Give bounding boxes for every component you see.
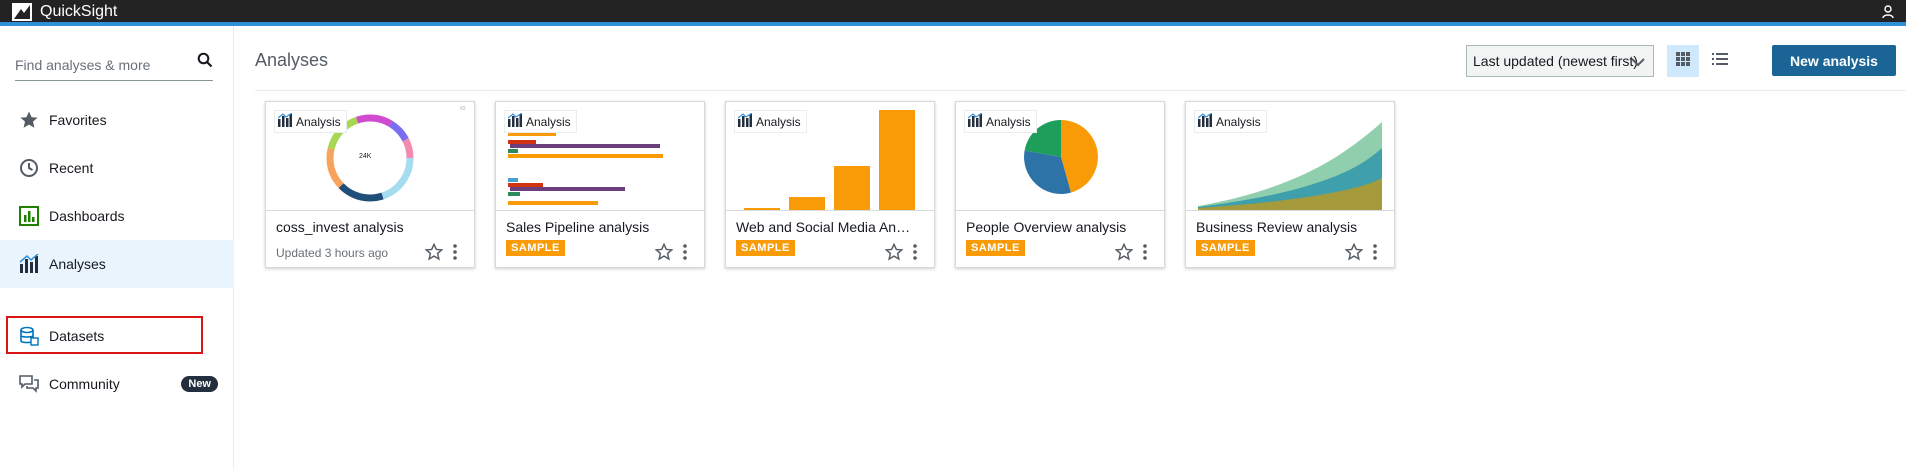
analysis-icon <box>18 253 40 275</box>
star-icon <box>18 109 40 131</box>
page-title: Analyses <box>255 50 329 70</box>
more-options-icon[interactable] <box>912 243 918 266</box>
top-bar: QuickSight <box>0 0 1906 26</box>
sample-badge: SAMPLE <box>966 240 1025 256</box>
analysis-icon <box>1197 112 1213 130</box>
analysis-tag-label: Analysis <box>296 114 341 129</box>
sort-value: Last updated (newest first) <box>1473 53 1638 69</box>
grid-view-button[interactable] <box>1667 45 1699 77</box>
analysis-tag-label: Analysis <box>756 114 801 129</box>
sidebar-item-dashboards[interactable]: Dashboards <box>0 192 234 240</box>
star-icon[interactable] <box>654 242 674 266</box>
star-icon[interactable] <box>884 242 904 266</box>
card-title[interactable]: Web and Social Media Anal… <box>736 219 916 235</box>
app-name: QuickSight <box>40 3 118 20</box>
card-title[interactable]: Sales Pipeline analysis <box>506 219 686 235</box>
analysis-tag-label: Analysis <box>526 114 571 129</box>
quicksight-logo-icon <box>12 3 32 21</box>
sidebar-item-community[interactable]: Community New <box>0 360 234 408</box>
search-box[interactable] <box>15 46 213 81</box>
star-icon[interactable] <box>1344 242 1364 266</box>
analysis-card[interactable]: Analysis Web and Social Media Anal… SAMP… <box>725 101 935 268</box>
card-title[interactable]: People Overview analysis <box>966 219 1146 235</box>
card-title[interactable]: coss_invest analysis <box>276 219 456 235</box>
sidebar-item-favorites[interactable]: Favorites <box>0 96 234 144</box>
search-icon[interactable] <box>197 52 213 73</box>
more-options-icon[interactable] <box>1142 243 1148 266</box>
analysis-card[interactable]: Analysis Sales Pipeline analysis SAMPLE <box>495 101 705 268</box>
user-icon[interactable] <box>1882 5 1894 24</box>
more-options-icon[interactable] <box>1372 243 1378 266</box>
bar-chart-icon <box>18 205 40 227</box>
list-icon <box>1712 52 1728 71</box>
svg-text:#2: #2 <box>460 106 466 112</box>
analysis-tag: Analysis <box>274 110 347 133</box>
star-icon[interactable] <box>1114 242 1134 266</box>
sidebar-item-label: Dashboards <box>49 208 125 224</box>
analysis-tag: Analysis <box>1194 110 1267 133</box>
main-content: Analyses Last updated (newest first) New… <box>234 26 1906 469</box>
grid-icon <box>1676 51 1690 71</box>
analysis-card[interactable]: Analysis Business Review analysis SAMPLE <box>1185 101 1395 268</box>
card-title[interactable]: Business Review analysis <box>1196 219 1376 235</box>
card-updated: Updated 3 hours ago <box>276 246 389 260</box>
new-analysis-button[interactable]: New analysis <box>1772 45 1896 76</box>
more-options-icon[interactable] <box>682 243 688 266</box>
analysis-card[interactable]: Analysis People Overview analysis SAMPLE <box>955 101 1165 268</box>
analysis-icon <box>737 112 753 130</box>
sidebar-item-analyses[interactable]: Analyses <box>0 240 234 288</box>
sidebar: Favorites Recent Dashboards Analyses Dat… <box>0 26 234 469</box>
new-badge: New <box>181 376 218 392</box>
sidebar-item-label: Recent <box>49 160 94 176</box>
sort-select[interactable]: Last updated (newest first) <box>1466 45 1654 77</box>
more-options-icon[interactable] <box>452 243 458 266</box>
analysis-icon <box>967 112 983 130</box>
sidebar-item-recent[interactable]: Recent <box>0 144 234 192</box>
analysis-tag: Analysis <box>734 110 807 133</box>
divider <box>255 90 1906 91</box>
clock-icon <box>18 157 40 179</box>
app-brand[interactable]: QuickSight <box>12 3 117 21</box>
analysis-tag-label: Analysis <box>1216 114 1261 129</box>
sidebar-item-label: Favorites <box>49 112 107 128</box>
sample-badge: SAMPLE <box>1196 240 1255 256</box>
analysis-icon <box>507 112 523 130</box>
chevron-down-icon <box>1631 55 1645 71</box>
sidebar-item-label: Analyses <box>49 256 106 272</box>
analysis-tag-label: Analysis <box>986 114 1031 129</box>
sidebar-item-label: Datasets <box>49 328 105 344</box>
analysis-card[interactable]: #2 24K Analysis coss_invest analysis Upd… <box>265 101 475 268</box>
search-input[interactable] <box>15 54 185 76</box>
list-view-button[interactable] <box>1706 45 1734 77</box>
sample-badge: SAMPLE <box>736 240 795 256</box>
chat-icon <box>18 373 40 395</box>
analysis-tag: Analysis <box>964 110 1037 133</box>
donut-center-label: 24K <box>359 153 372 160</box>
star-icon[interactable] <box>424 242 444 266</box>
database-icon <box>18 325 40 347</box>
sidebar-item-label: Community <box>49 376 120 392</box>
analysis-tag: Analysis <box>504 110 577 133</box>
sidebar-item-datasets[interactable]: Datasets <box>0 312 234 360</box>
sample-badge: SAMPLE <box>506 240 565 256</box>
analysis-icon <box>277 112 293 130</box>
